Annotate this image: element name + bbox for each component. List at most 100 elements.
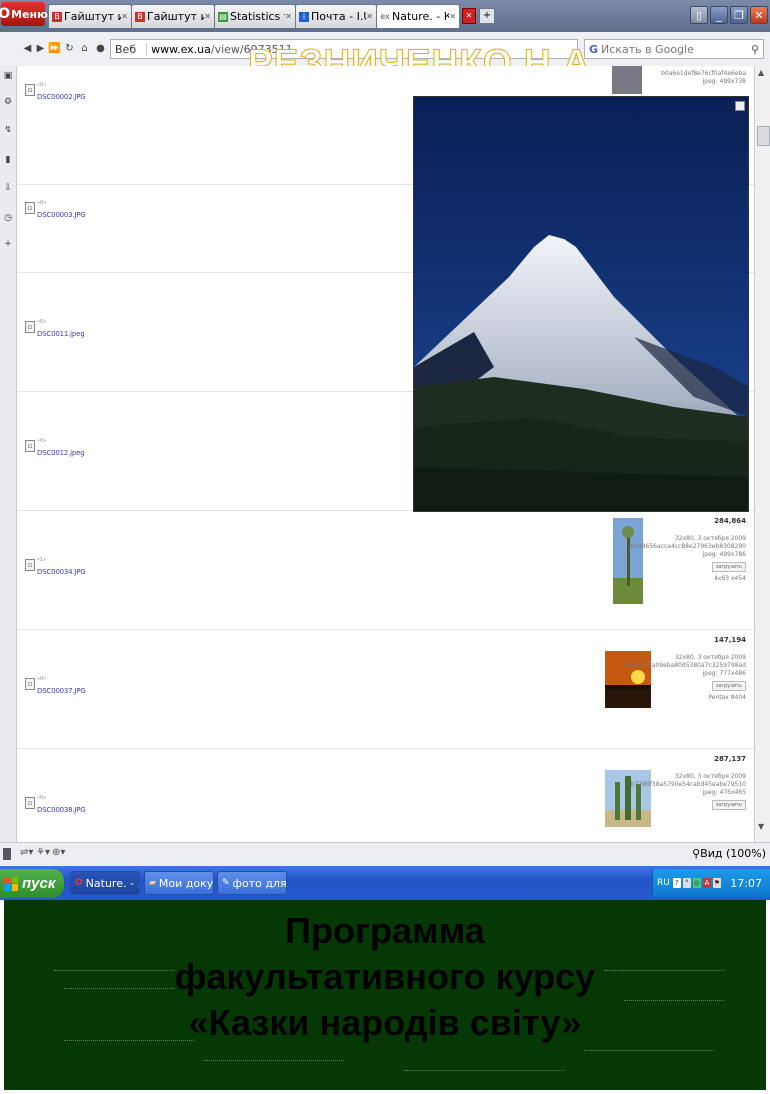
- tray-icon[interactable]: ?: [672, 878, 681, 888]
- file-icon: ▫: [25, 440, 35, 452]
- vk-icon: В: [135, 11, 145, 22]
- taskbar-item-documents[interactable]: ▰ Мои доку...: [144, 871, 214, 895]
- paint-icon: ✎: [222, 878, 230, 888]
- file-icon: ▫: [25, 321, 35, 333]
- stats-icon: ▤: [218, 11, 228, 22]
- tab-5-active[interactable]: ex Nature. - Кл... ✕: [376, 4, 460, 28]
- presentation-slide: Программа факультативного курсу «Казки н…: [4, 900, 766, 1090]
- list-item: ▫ «1» DSC00034.JPG 284,864 32x80, 3 октя…: [17, 511, 754, 630]
- zoom-level[interactable]: ⚲Вид (100%): [692, 847, 766, 860]
- opera-icon: O: [75, 878, 83, 888]
- tray-icon[interactable]: °: [682, 878, 691, 888]
- list-item: ▫ «0» DSC00037.JPG 147,194 32x80, 3 октя…: [17, 630, 754, 749]
- vertical-scrollbar[interactable]: ▲ ▼: [754, 66, 770, 842]
- file-link[interactable]: DSC00038.JPG: [37, 806, 86, 814]
- home-icon[interactable]: ⌂: [79, 40, 90, 56]
- file-link[interactable]: DSC00002.JPG: [37, 93, 86, 101]
- tray-icon[interactable]: A: [702, 878, 711, 888]
- language-indicator[interactable]: RU: [657, 878, 670, 888]
- view-mode-icon[interactable]: ⊕▾: [52, 847, 65, 858]
- file-link[interactable]: DSC0011.jpeg: [37, 330, 85, 338]
- add-panel-icon[interactable]: +: [3, 238, 13, 250]
- download-button[interactable]: загрузить: [711, 681, 746, 691]
- taskbar-item-paint[interactable]: ✎ фото для ...: [217, 871, 287, 895]
- preview-close-icon[interactable]: [735, 101, 745, 111]
- opera-menu-button[interactable]: O Меню: [0, 2, 48, 26]
- tab-4[interactable]: i Почта - I.UA ✕: [295, 4, 377, 28]
- start-button[interactable]: пуск: [0, 869, 64, 898]
- scroll-thumb[interactable]: [757, 126, 770, 146]
- security-icon[interactable]: ●: [95, 40, 106, 56]
- file-icon: ▫: [25, 202, 35, 214]
- history-icon[interactable]: ◷: [3, 212, 13, 224]
- tab-close-icon[interactable]: ✕: [366, 12, 373, 21]
- download-button[interactable]: загрузить: [711, 562, 746, 572]
- turbo-icon[interactable]: ⇌▾: [20, 847, 33, 858]
- file-link[interactable]: DSC00003.JPG: [37, 211, 86, 219]
- close-button[interactable]: ✕: [750, 6, 768, 24]
- tab-list-button[interactable]: ▯: [690, 6, 708, 24]
- list-item: ▫ «0» DSC00038.JPG 287,137 32x80, 3 октя…: [17, 749, 754, 842]
- taskbar-item-opera[interactable]: O Nature. - ...: [70, 871, 140, 895]
- tab-close-icon[interactable]: ✕: [285, 12, 292, 21]
- tray-icon[interactable]: ◎: [692, 878, 701, 888]
- back-icon[interactable]: ◀: [22, 40, 33, 56]
- panel-toggle-icon[interactable]: [3, 848, 11, 860]
- decor-dots: [584, 1050, 714, 1051]
- image-preview-volcano[interactable]: [413, 96, 749, 512]
- file-icon: ▫: [25, 559, 35, 571]
- tray-icon[interactable]: ⚑: [712, 878, 721, 888]
- file-icon: ▫: [25, 84, 35, 96]
- forward-icon[interactable]: ▶: [35, 40, 46, 56]
- windows-taskbar: пуск O Nature. - ... ▰ Мои доку... ✎ фот…: [0, 866, 770, 900]
- vk-icon: В: [52, 11, 62, 22]
- tab-close-icon[interactable]: ✕: [449, 12, 456, 21]
- file-link[interactable]: DSC00034.JPG: [37, 568, 86, 576]
- tab-close-icon[interactable]: ✕: [204, 12, 211, 21]
- maximize-button[interactable]: ❐: [730, 6, 748, 24]
- address-host: www.ex.ua: [151, 42, 211, 56]
- tab-close-icon[interactable]: ✕: [121, 12, 128, 21]
- browser-tab-bar: OМеню В Гайштут и е... ✕ В Гайштут и е..…: [0, 0, 770, 32]
- tab-2[interactable]: В Гайштут и е... ✕: [131, 4, 215, 28]
- file-link[interactable]: DSC00037.JPG: [37, 687, 86, 695]
- ex-icon: ex: [380, 11, 390, 21]
- folder-icon: ▰: [149, 878, 156, 888]
- images-toggle-icon[interactable]: ⚘▾: [36, 847, 50, 858]
- notes-icon[interactable]: ▮: [3, 154, 13, 166]
- zoom-icon: ⚲: [692, 847, 701, 860]
- minimize-button[interactable]: _: [710, 6, 728, 24]
- file-meta: 284,864 32x80, 3 октября 2009 81a8656acc…: [630, 517, 746, 582]
- reload-icon[interactable]: ↻: [64, 40, 75, 56]
- tab-1[interactable]: В Гайштут и е... ✕: [48, 4, 132, 28]
- file-link[interactable]: DSC0012.jpeg: [37, 449, 85, 457]
- clock[interactable]: 17:07: [730, 877, 762, 890]
- status-bar: ⇌▾ ⚘▾ ⊕▾ ⚲Вид (100%): [0, 842, 770, 867]
- side-panel: ▣ ⚙ ↯ ▮ ⇩ ◷ +: [0, 66, 17, 842]
- widgets-icon[interactable]: ⚙: [3, 96, 13, 108]
- volcano-photo: [414, 97, 748, 511]
- scroll-down-icon[interactable]: ▼: [758, 822, 764, 831]
- scroll-up-icon[interactable]: ▲: [758, 68, 764, 77]
- file-icon: ▫: [25, 678, 35, 690]
- opera-logo-icon: O: [0, 6, 11, 22]
- system-tray: RU ? ° ◎ A ⚑ 17:07: [652, 869, 770, 897]
- fast-forward-icon[interactable]: ⏩: [48, 40, 60, 56]
- iua-icon: i: [299, 11, 309, 22]
- search-engine-label[interactable]: Веб: [111, 42, 148, 56]
- downloads-icon[interactable]: ⇩: [3, 182, 13, 194]
- google-search-input[interactable]: G Искать в Google ⚲: [584, 39, 764, 59]
- download-button[interactable]: загрузить: [711, 800, 746, 810]
- file-meta: 147,194 32x80, 3 октября 2009 e6eed7f2a0…: [623, 636, 746, 701]
- slide-title: Программа факультативного курсу «Казки н…: [174, 910, 596, 1043]
- search-magnifier-icon[interactable]: ⚲: [751, 43, 759, 56]
- unite-icon[interactable]: ↯: [3, 124, 13, 136]
- tab-3[interactable]: ▤ Statistics for... ✕: [214, 4, 296, 28]
- decor-dots: [204, 1060, 344, 1061]
- decor-dots: [404, 1070, 564, 1071]
- new-tab-button[interactable]: +: [479, 8, 495, 24]
- file-icon: ▫: [25, 797, 35, 809]
- bookmarks-icon[interactable]: ▣: [3, 70, 13, 82]
- windows-logo-icon: [4, 876, 18, 891]
- trash-icon[interactable]: ✕: [462, 8, 476, 24]
